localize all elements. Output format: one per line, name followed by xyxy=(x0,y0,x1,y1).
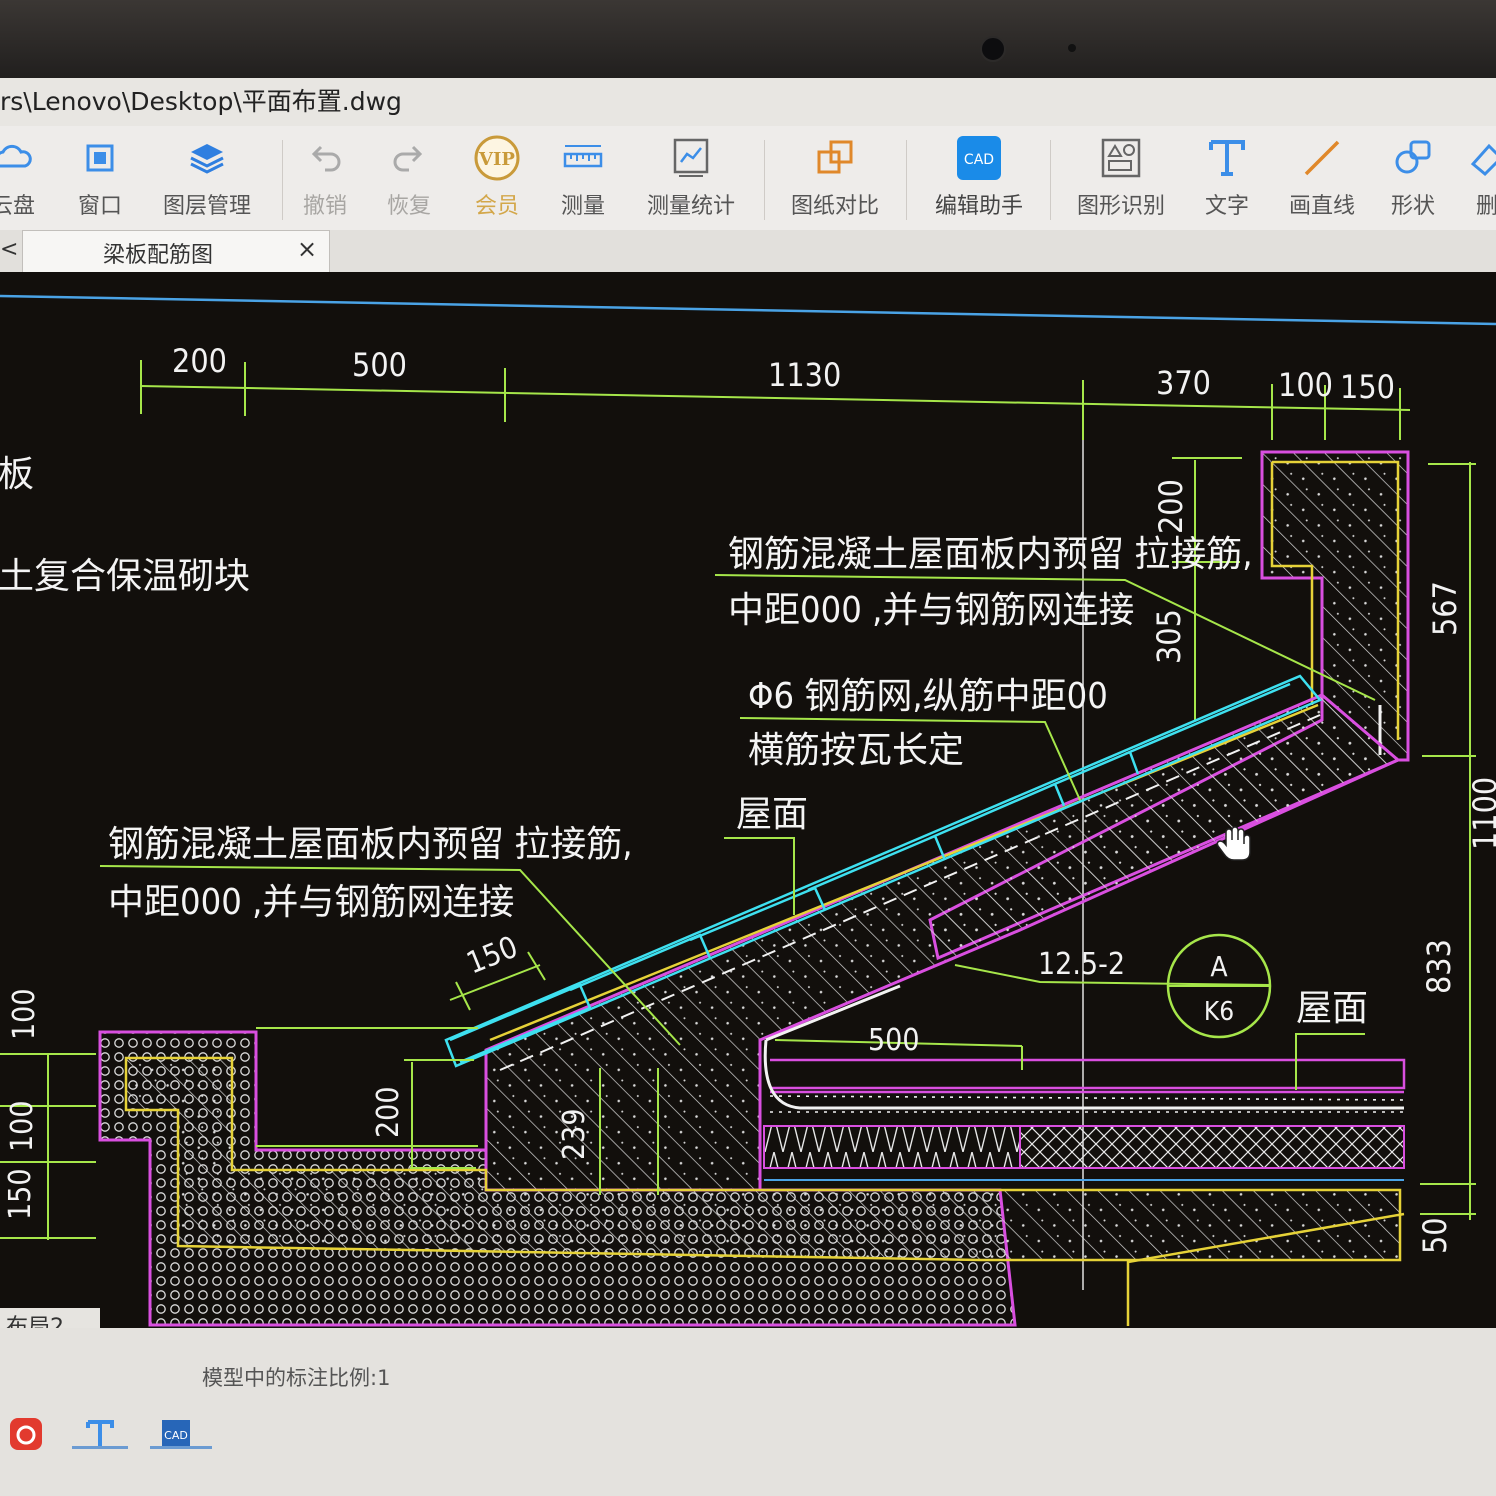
dim-label: 200 xyxy=(172,342,227,380)
dim-label: 1100 xyxy=(1466,777,1496,850)
status-bar: 模型中的标注比例:1 CAD xyxy=(0,1328,1496,1496)
detail-callout: A K6 xyxy=(1166,933,1272,1039)
vip-button[interactable]: VIP 会员 xyxy=(464,135,530,226)
drawing-canvas[interactable]: 200 500 1130 370 100 150 567 833 50 1100… xyxy=(0,272,1496,1328)
drawing-compare-button[interactable]: 图纸对比 xyxy=(780,136,890,226)
left-label-slab: 板 xyxy=(0,454,34,495)
note-lower-line2: 中距000 ,并与钢筋网连接 xyxy=(108,882,514,923)
dim-label: 500 xyxy=(868,1023,920,1058)
tab-close-icon[interactable]: × xyxy=(297,235,317,263)
callout-top: A xyxy=(1210,950,1228,983)
measure-stats-button[interactable]: 测量统计 xyxy=(636,136,746,226)
text-icon xyxy=(1209,140,1245,176)
taskbar-active-indicator xyxy=(150,1446,212,1449)
cad-drawing[interactable]: 200 500 1130 370 100 150 567 833 50 1100… xyxy=(0,272,1496,1328)
dim-label: 200 xyxy=(371,1086,406,1138)
document-tab-strip: < 梁板配筋图 × xyxy=(0,230,1496,273)
annotation-scale-status: 模型中的标注比例:1 xyxy=(202,1366,391,1390)
shapes-button[interactable]: 形状 xyxy=(1380,136,1446,226)
cloud-icon xyxy=(0,144,32,168)
toolbar-separator xyxy=(906,140,907,220)
taskbar-app-weibo-icon[interactable] xyxy=(0,1408,52,1460)
viewport-border xyxy=(0,294,1496,326)
shapes-icon xyxy=(1395,140,1431,174)
layers-icon xyxy=(190,144,224,174)
left-dimension-lines xyxy=(256,1027,478,1169)
dim-label: 150 xyxy=(1340,368,1395,406)
dim-label: 567 xyxy=(1426,581,1464,636)
dim-label: 200 xyxy=(1152,479,1190,534)
taskbar-cad-app-icon[interactable]: CAD xyxy=(150,1408,202,1460)
note-upper-line2: 中距000 ,并与钢筋网连接 xyxy=(728,590,1134,631)
tab-label: 梁板配筋图 xyxy=(103,243,214,268)
callout-bottom: K6 xyxy=(1204,997,1234,1027)
dim-label: 370 xyxy=(1156,364,1211,402)
dim-label: 150 xyxy=(462,930,523,982)
webcam-icon xyxy=(980,36,1006,62)
measure-stats-icon xyxy=(673,138,709,177)
dim-label: 100 xyxy=(7,988,42,1040)
ribbon-toolbar: 云盘 窗口 图层管理 撤销 恢复 VIP 会员 测量 测量统计 图纸对比 CAD… xyxy=(0,126,1496,231)
webcam-led xyxy=(1068,44,1076,52)
dim-label: 100 xyxy=(1278,366,1333,404)
svg-text:CAD: CAD xyxy=(964,152,994,168)
measure-button[interactable]: 测量 xyxy=(550,136,616,226)
toolbar-separator xyxy=(1050,140,1051,220)
shape-recognition-button[interactable]: 图形识别 xyxy=(1066,136,1176,226)
dim-label: 305 xyxy=(1150,609,1188,664)
note-mesh-line1: Φ6 钢筋网,纵筋中距00 xyxy=(748,676,1108,717)
cloud-button[interactable]: 云盘 xyxy=(0,136,46,226)
left-label-block: 土复合保温砌块 xyxy=(0,556,250,597)
eraser-icon xyxy=(1470,143,1496,177)
undo-icon xyxy=(311,145,341,172)
svg-text:CAD: CAD xyxy=(164,1429,188,1442)
text-button[interactable]: 文字 xyxy=(1194,136,1260,226)
note-lower-line1: 钢筋混凝土屋面板内预留 拉接筋, xyxy=(108,824,633,865)
toolbar-separator xyxy=(282,140,283,220)
delete-button[interactable]: 删 xyxy=(1462,136,1496,226)
dim-label: 12.5-2 xyxy=(1038,947,1125,982)
line-icon xyxy=(1304,140,1340,176)
tab-beam-slab-reinforcement[interactable]: 梁板配筋图 × xyxy=(22,230,330,273)
taskbar-text-app-icon[interactable] xyxy=(74,1408,126,1460)
note-mesh-line2: 横筋按瓦长定 xyxy=(748,730,964,771)
note-roof-a: 屋面 xyxy=(736,794,808,835)
dim-label: 239 xyxy=(557,1108,592,1160)
dim-label: 150 xyxy=(3,1168,38,1220)
note-roof-b: 屋面 xyxy=(1296,988,1368,1029)
shape-recognize-icon xyxy=(1101,138,1141,178)
dim-label: 500 xyxy=(352,346,407,384)
dim-label: 50 xyxy=(1416,1217,1454,1254)
edit-assistant-button[interactable]: CAD 编辑助手 xyxy=(924,136,1034,226)
dim-label: 833 xyxy=(1420,939,1458,994)
title-bar: rs\Lenovo\Desktop\平面布置.dwg xyxy=(0,78,1496,126)
redo-button[interactable]: 恢复 xyxy=(376,136,442,226)
monitor-bezel xyxy=(0,0,1496,78)
cad-edit-icon: CAD xyxy=(957,136,1001,180)
toolbar-separator xyxy=(764,140,765,220)
top-dimension-labels: 200 500 1130 370 100 150 xyxy=(172,342,1395,406)
layer-manager-button[interactable]: 图层管理 xyxy=(152,136,262,226)
previous-tab-close-icon[interactable]: < xyxy=(0,230,18,270)
taskbar-active-indicator xyxy=(72,1446,128,1449)
compare-icon xyxy=(817,140,853,174)
svg-text:VIP: VIP xyxy=(478,149,515,170)
redo-icon xyxy=(393,145,423,172)
dim-label: 100 xyxy=(5,1100,40,1152)
undo-button[interactable]: 撤销 xyxy=(292,136,358,226)
dim-label: 1130 xyxy=(768,356,841,394)
window-icon xyxy=(86,144,114,172)
window-button[interactable]: 窗口 xyxy=(66,136,134,226)
note-upper-line1: 钢筋混凝土屋面板内预留 拉接筋, xyxy=(728,534,1253,575)
window-title: rs\Lenovo\Desktop\平面布置.dwg xyxy=(0,87,402,116)
ruler-icon xyxy=(563,145,603,168)
draw-line-button[interactable]: 画直线 xyxy=(1278,136,1366,226)
vip-icon: VIP xyxy=(474,135,520,181)
